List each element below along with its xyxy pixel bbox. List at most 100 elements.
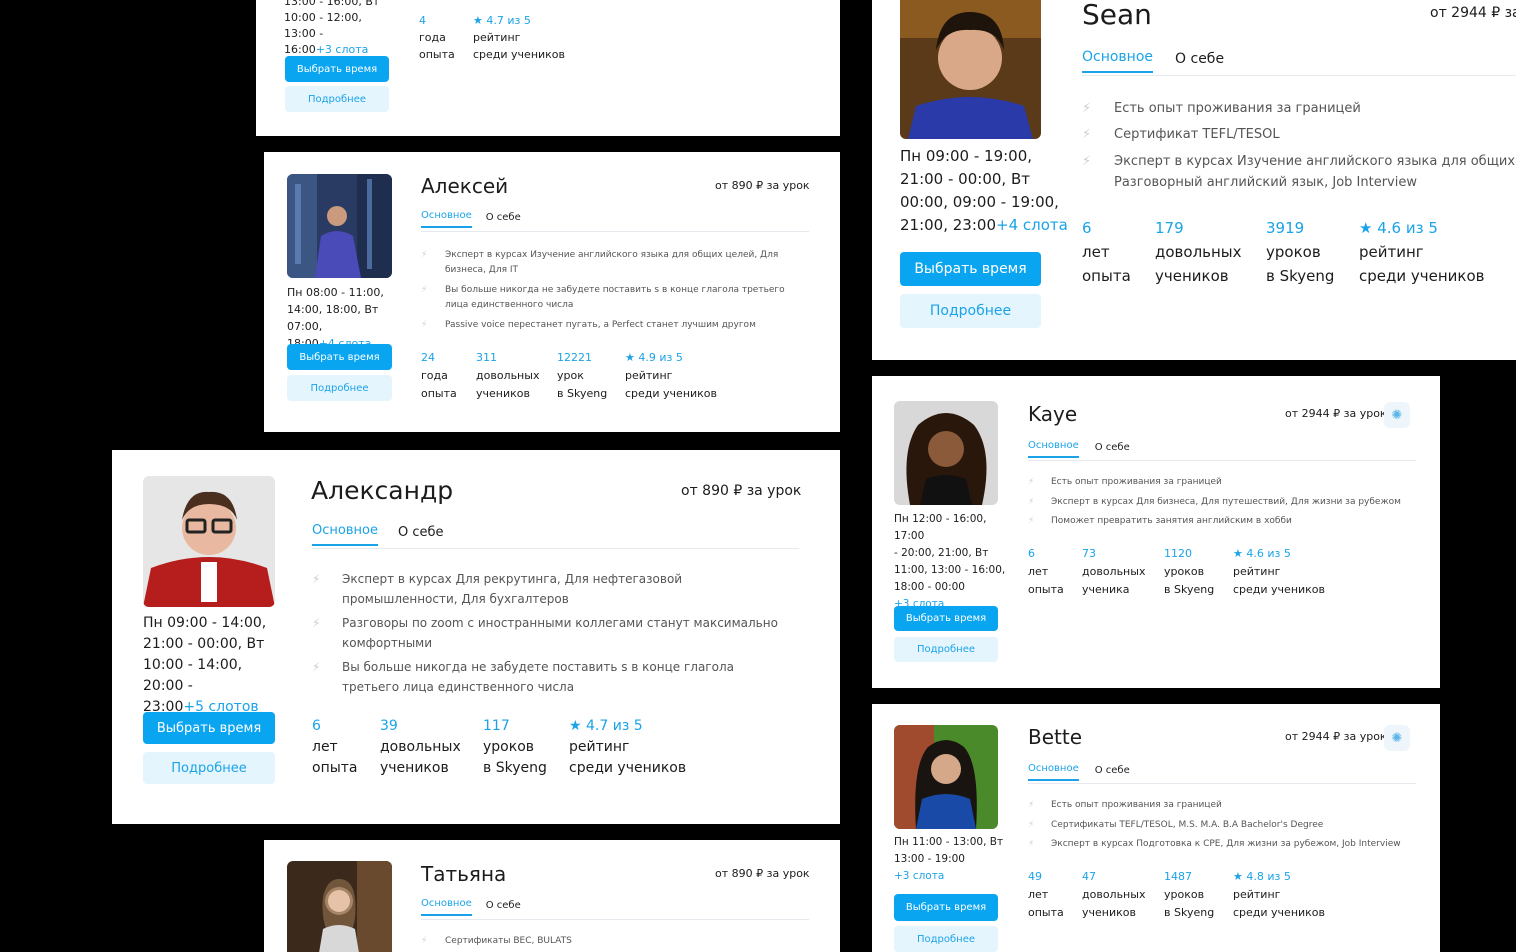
stat-experience: 4 года опыта xyxy=(419,14,455,61)
choose-time-button[interactable]: Выбрать время xyxy=(900,252,1041,286)
stat-rating: ★ 4.7 из 5 рейтинг среди учеников xyxy=(473,14,566,61)
tutor-card-kaye: Пн 12:00 - 16:00, 17:00 - 20:00, 21:00, … xyxy=(872,376,1440,688)
tutor-card-tatyana: Татьяна от 890 ₽ за урок Основное О себе… xyxy=(264,840,840,952)
tabs-divider xyxy=(1028,783,1416,784)
tabs-divider xyxy=(1028,460,1416,461)
details-button[interactable]: Подробнее xyxy=(285,86,389,112)
feature-item: ⚡ Passive voice перестанет пугать, а Perf… xyxy=(421,318,791,333)
tabs: Основное О себе xyxy=(1028,763,1130,781)
feature-item: ⚡ Вы больше никогда не забудете поставить… xyxy=(421,285,785,310)
choose-time-button[interactable]: Выбрать время xyxy=(287,344,392,370)
feature-item: ⚡ Вы больше никогда не забудете поставить… xyxy=(312,657,792,697)
tab-main[interactable]: Основное xyxy=(421,898,472,916)
tabs-divider xyxy=(421,919,809,920)
tab-main[interactable]: Основное xyxy=(421,210,472,228)
price: от 890 ₽ за урок xyxy=(715,179,810,192)
tab-about[interactable]: О себе xyxy=(1095,442,1130,458)
details-button[interactable]: Подробнее xyxy=(894,926,998,952)
tabs: Основное О себе xyxy=(421,898,521,916)
tutor-photo xyxy=(143,476,275,607)
feature-item: ⚡ Сертификат TEFL/TESOL xyxy=(1082,124,1516,145)
star-icon: ★ xyxy=(569,718,582,734)
tutor-name: Kaye xyxy=(1028,402,1078,426)
stat-satisfied: 179 довольных учеников xyxy=(1155,219,1242,285)
feature-item: ⚡ Поможет превратить занятия английским в… xyxy=(1028,514,1428,529)
price: от 2944 ₽ за урок xyxy=(1285,407,1387,420)
tab-about[interactable]: О себе xyxy=(1095,765,1130,781)
details-button[interactable]: Подробнее xyxy=(287,375,392,401)
tab-about[interactable]: О себе xyxy=(398,525,444,546)
tab-main[interactable]: Основное xyxy=(1028,763,1079,781)
stat-experience: 6 лет опыта xyxy=(1028,547,1064,596)
feature-item: ⚡ Эксперт в курсах Изучение английского я… xyxy=(1082,151,1516,193)
star-icon: ★ xyxy=(1233,870,1243,883)
tabs: Основное О себе xyxy=(421,210,521,228)
bolt-icon: ⚡ xyxy=(421,936,428,946)
slots-link[interactable]: +3 слота xyxy=(894,870,944,882)
stat-lessons: 1487 уроков в Skyeng xyxy=(1164,870,1215,919)
stat-rating: ★ 4.9 из 5 рейтинг среди учеников xyxy=(625,351,718,400)
stat-experience: 6 лет опыта xyxy=(312,718,358,776)
star-icon: ★ xyxy=(1359,219,1373,237)
tutor-card-bette: Пн 11:00 - 13:00, Вт 13:00 - 19:00 +3 сл… xyxy=(872,704,1440,952)
stat-lessons: 12221 урок в Skyeng xyxy=(557,351,608,400)
feature-item: ⚡ Разговоры по zoom с иностранными коллег… xyxy=(312,613,792,653)
schedule: Пн 08:00 - 11:00, 14:00, 18:00, Вт 07:00… xyxy=(287,284,407,352)
star-icon: ★ xyxy=(1233,547,1243,560)
choose-time-button[interactable]: Выбрать время xyxy=(143,712,275,744)
price: от 2944 ₽ за xyxy=(1430,5,1516,21)
tutor-name: Bette xyxy=(1028,725,1083,749)
tab-main[interactable]: Основное xyxy=(312,523,378,546)
tab-about[interactable]: О себе xyxy=(1175,51,1224,73)
feature-item: ⚡ Сертификаты TEFL/TESOL, M.S. M.A. B.A B… xyxy=(1028,818,1428,833)
globe-icon[interactable]: ✺ xyxy=(1384,725,1410,751)
tutor-name: Sean xyxy=(1082,0,1152,31)
tutor-card-sean: Пн 09:00 - 19:00, 21:00 - 00:00, Вт 00:0… xyxy=(872,0,1516,360)
stat-lessons: 3919 уроков в Skyeng xyxy=(1266,219,1335,285)
slots-link[interactable]: +3 слота xyxy=(316,43,369,56)
tabs-divider xyxy=(1082,75,1516,76)
choose-time-button[interactable]: Выбрать время xyxy=(894,606,998,631)
schedule: Пн 12:00 - 16:00, 17:00 - 20:00, 21:00, … xyxy=(894,513,1006,610)
star-icon: ★ xyxy=(473,14,483,27)
price: от 890 ₽ за урок xyxy=(681,483,802,499)
bolt-icon: ⚡ xyxy=(312,660,321,674)
tutor-card-aleksandr: Пн 09:00 - 14:00, 21:00 - 00:00, Вт 10:0… xyxy=(112,450,840,824)
bolt-icon: ⚡ xyxy=(1082,154,1092,169)
tabs: Основное О себе xyxy=(1082,49,1224,73)
stat-experience: 49 лет опыта xyxy=(1028,870,1064,919)
price: от 2944 ₽ за урок xyxy=(1285,730,1387,743)
tutor-photo xyxy=(894,725,998,829)
tutor-photo xyxy=(900,0,1041,139)
feature-item: ⚡ Эксперт в курсах Изучение английского я… xyxy=(421,250,779,275)
tabs-divider xyxy=(312,548,799,549)
choose-time-button[interactable]: Выбрать время xyxy=(894,894,998,921)
feature-item: ⚡ Сертификаты BEC, BULATS xyxy=(421,934,791,949)
bolt-icon: ⚡ xyxy=(1028,477,1035,487)
stat-experience: 24 года опыта xyxy=(421,351,457,400)
feature-item: ⚡ Эксперт в курсах Для бизнеса, Для путеш… xyxy=(1028,495,1428,510)
tutor-photo xyxy=(287,174,392,278)
bolt-icon: ⚡ xyxy=(1028,516,1035,526)
choose-time-button[interactable]: Выбрать время xyxy=(285,56,389,82)
slots-link[interactable]: +4 слота xyxy=(996,216,1068,234)
tab-about[interactable]: О себе xyxy=(486,900,521,916)
tabs: Основное О себе xyxy=(312,523,443,546)
globe-icon[interactable]: ✺ xyxy=(1384,402,1410,428)
bolt-icon: ⚡ xyxy=(421,320,428,330)
details-button[interactable]: Подробнее xyxy=(894,637,998,662)
details-button[interactable]: Подробнее xyxy=(900,294,1041,328)
stat-rating: ★ 4.8 из 5 рейтинг среди учеников xyxy=(1233,870,1326,919)
bolt-icon: ⚡ xyxy=(312,616,321,630)
feature-item: ⚡ Есть опыт проживания за границей xyxy=(1028,798,1428,813)
tab-main[interactable]: Основное xyxy=(1028,440,1079,458)
details-button[interactable]: Подробнее xyxy=(143,752,275,784)
bolt-icon: ⚡ xyxy=(1082,127,1092,142)
schedule: Пн 09:00 - 19:00, 21:00 - 00:00, Вт 00:0… xyxy=(900,147,1068,234)
stat-rating: ★ 4.7 из 5 рейтинг среди учеников xyxy=(569,718,687,776)
bolt-icon: ⚡ xyxy=(1028,497,1035,507)
tab-main[interactable]: Основное xyxy=(1082,49,1154,73)
stat-lessons: 117 уроков в Skyeng xyxy=(483,718,547,776)
feature-item: ⚡ Эксперт в курсах Для рекрутинга, Для не… xyxy=(312,569,792,609)
tab-about[interactable]: О себе xyxy=(486,212,521,228)
